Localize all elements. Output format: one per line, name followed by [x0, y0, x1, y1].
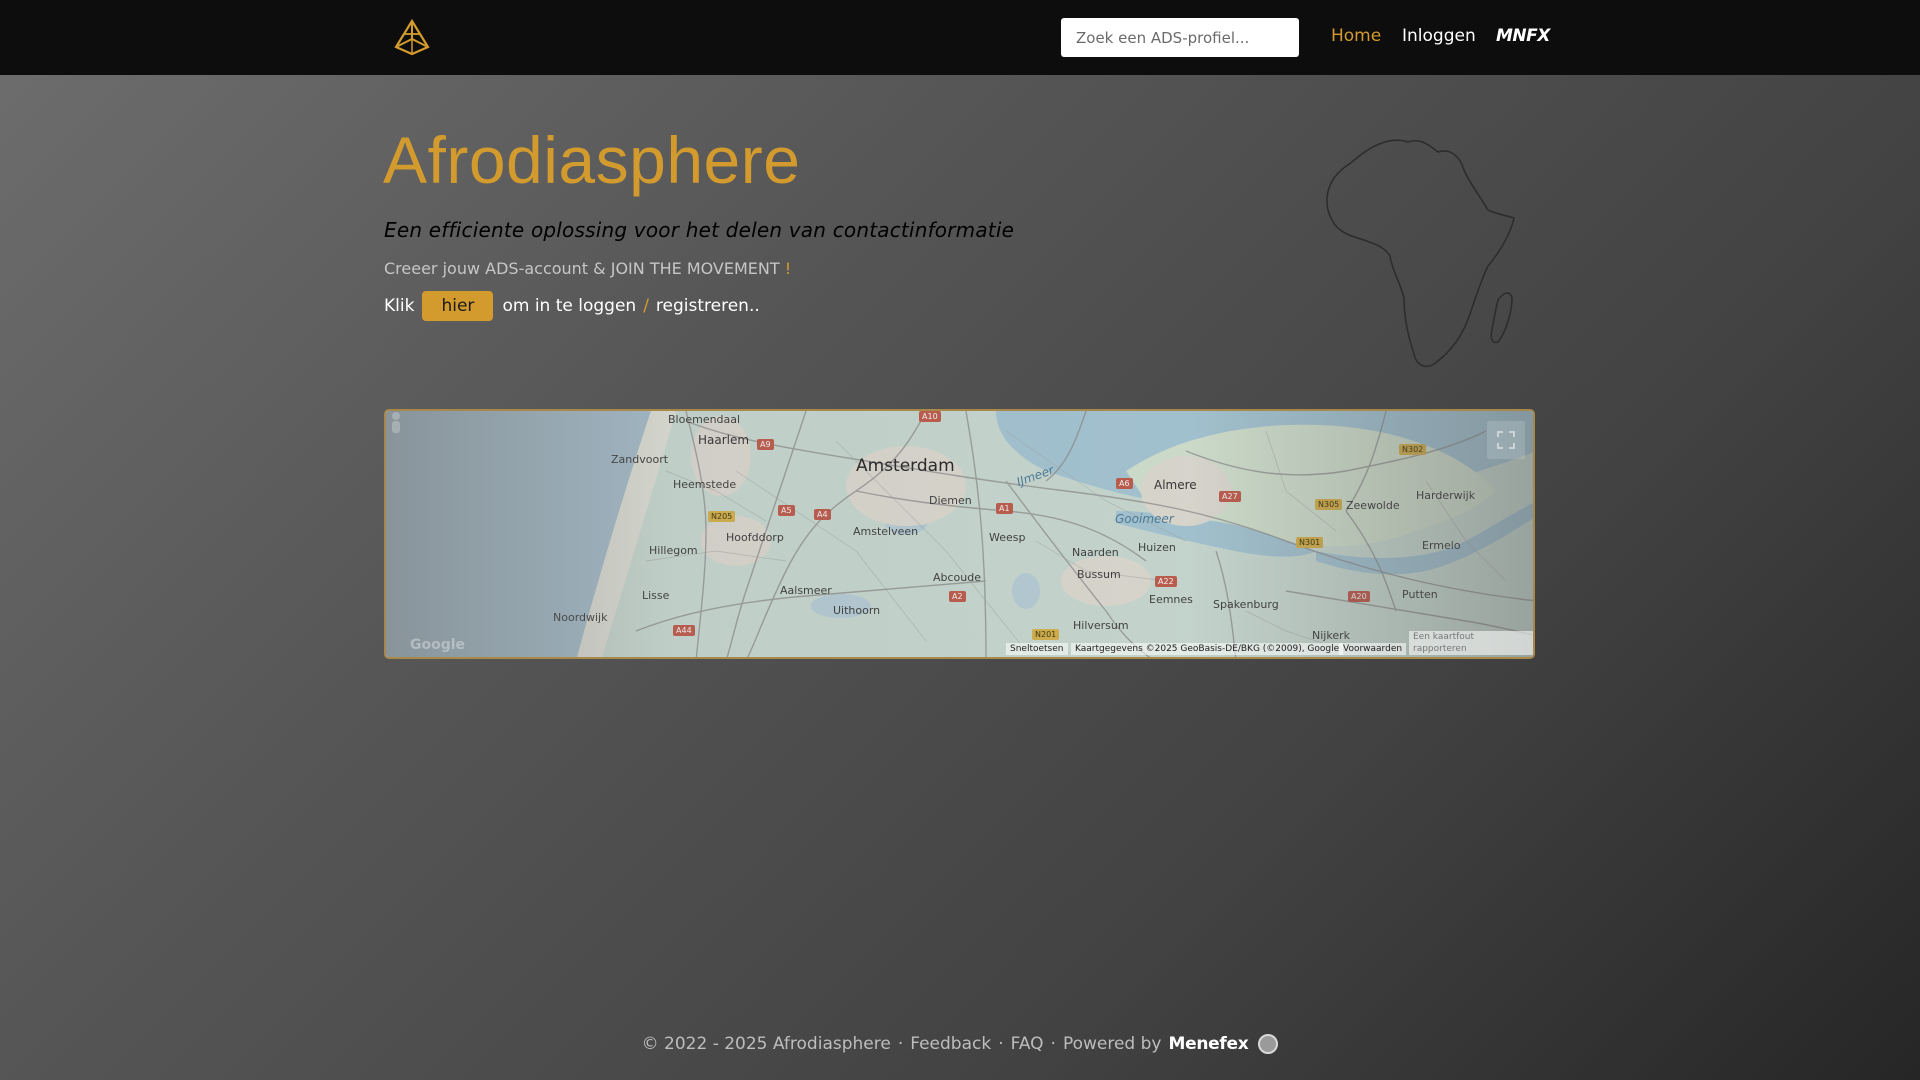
footer-powered-by: Powered by — [1062, 1034, 1162, 1054]
map-label-hillegom: Hillegom — [649, 544, 698, 557]
road-shield: N201 — [1032, 629, 1060, 640]
pyramid-logo-icon[interactable] — [392, 17, 432, 57]
page-title: Afrodiasphere — [383, 123, 801, 197]
map-label-harderwijk: Harderwijk — [1416, 489, 1476, 502]
footer-feedback-link[interactable]: Feedback — [910, 1034, 991, 1054]
map-label-bloemendaal: Bloemendaal — [668, 413, 741, 426]
nav-login-link[interactable]: Inloggen — [1402, 26, 1476, 46]
map-label-heemstede: Heemstede — [673, 478, 737, 491]
menefex-logo-icon — [1258, 1034, 1279, 1054]
road-shield: N301 — [1296, 537, 1324, 548]
road-shield: N305 — [1315, 499, 1343, 510]
map-water-gooimeer: Gooimeer — [1115, 512, 1174, 526]
road-shield: A1 — [996, 503, 1013, 514]
register-text: registreren.. — [655, 295, 760, 316]
slash-separator: / — [643, 295, 649, 316]
road-shield: A6 — [1116, 478, 1133, 489]
tagline-exclamation: ! — [784, 259, 792, 278]
login-text: om in te loggen — [502, 295, 637, 316]
road-shield: A2 — [949, 591, 966, 602]
map-label-naarden: Naarden — [1072, 546, 1119, 559]
login-prompt: Klik hier om in te loggen / registreren.… — [384, 290, 760, 321]
map-label-bussum: Bussum — [1077, 568, 1121, 581]
nav-home-link[interactable]: Home — [1331, 26, 1381, 46]
road-shield: A44 — [673, 625, 695, 636]
map-label-ermelo: Ermelo — [1422, 539, 1461, 552]
road-shield: A10 — [919, 411, 941, 422]
road-shield: A4 — [814, 509, 831, 520]
tagline-text: Creeer jouw ADS-account & JOIN THE MOVEM… — [384, 259, 780, 278]
hero-tagline: Creeer jouw ADS-account & JOIN THE MOVEM… — [384, 259, 791, 278]
road-shield: A22 — [1155, 576, 1177, 587]
road-shield: A20 — [1348, 591, 1370, 602]
map-label-spakenburg: Spakenburg — [1213, 598, 1279, 611]
map-label-putten: Putten — [1402, 588, 1438, 601]
road-shield: N302 — [1399, 444, 1427, 455]
klik-label: Klik — [384, 295, 415, 316]
pegman-icon[interactable] — [386, 411, 406, 435]
map-label-huizen: Huizen — [1138, 541, 1176, 554]
map-label-hilversum: Hilversum — [1073, 619, 1129, 632]
map-label-abcoude: Abcoude — [933, 571, 982, 584]
profile-search-input[interactable] — [1061, 18, 1299, 57]
africa-map-icon — [1326, 139, 1515, 368]
map-label-uithoorn: Uithoorn — [833, 604, 881, 617]
footer-separator: · — [897, 1034, 904, 1054]
road-shield: A27 — [1219, 491, 1241, 502]
hero-subtitle: Een efficiente oplossing voor het delen … — [384, 218, 1015, 242]
map-label-weesp: Weesp — [989, 531, 1026, 544]
nav-mnfx-link[interactable]: MNFX — [1496, 26, 1550, 46]
navbar: Home Inloggen MNFX — [0, 0, 1920, 75]
fullscreen-icon — [1497, 431, 1515, 449]
road-shield: A9 — [757, 439, 774, 450]
footer-menefex-link[interactable]: Menefex — [1168, 1034, 1248, 1054]
map-shortcuts-link[interactable]: Sneltoetsen — [1006, 643, 1068, 655]
map-label-amsterdam: Amsterdam — [856, 456, 955, 476]
map-label-nijkerk: Nijkerk — [1312, 629, 1350, 642]
map-label-haarlem: Haarlem — [698, 433, 750, 447]
map-label-zeewolde: Zeewolde — [1346, 499, 1400, 512]
map-label-zandvoort: Zandvoort — [611, 453, 669, 466]
map-label-lisse: Lisse — [642, 589, 670, 602]
footer-copyright: © 2022 - 2025 Afrodiasphere — [641, 1034, 891, 1054]
footer-separator: · — [998, 1034, 1004, 1054]
map-label-eemnes: Eemnes — [1149, 593, 1193, 606]
map-label-almere: Almere — [1154, 478, 1197, 492]
map-label-noordwijk: Noordwijk — [553, 611, 608, 624]
road-shield: N205 — [708, 511, 736, 522]
footer: © 2022 - 2025 Afrodiasphere · Feedback ·… — [0, 1034, 1920, 1054]
fullscreen-button[interactable] — [1487, 421, 1525, 459]
map-terms-link[interactable]: Voorwaarden — [1339, 643, 1407, 655]
map-label-aalsmeer: Aalsmeer — [780, 584, 832, 597]
road-shield: A5 — [778, 505, 795, 516]
map-label-amstelveen: Amstelveen — [853, 525, 919, 538]
footer-faq-link[interactable]: FAQ — [1011, 1034, 1044, 1054]
footer-separator: · — [1050, 1034, 1056, 1054]
map-label-hoofddorp: Hoofddorp — [726, 531, 784, 544]
map-label-diemen: Diemen — [929, 494, 972, 507]
map-data-attribution: Kaartgegevens ©2025 GeoBasis-DE/BKG (©20… — [1071, 643, 1344, 655]
map-report-link[interactable]: Een kaartfout rapporteren — [1409, 631, 1533, 655]
map-view[interactable]: Amsterdam Bloemendaal Haarlem Zandvoort … — [384, 409, 1535, 659]
google-logo: Google — [410, 637, 466, 653]
hier-button[interactable]: hier — [422, 290, 494, 321]
